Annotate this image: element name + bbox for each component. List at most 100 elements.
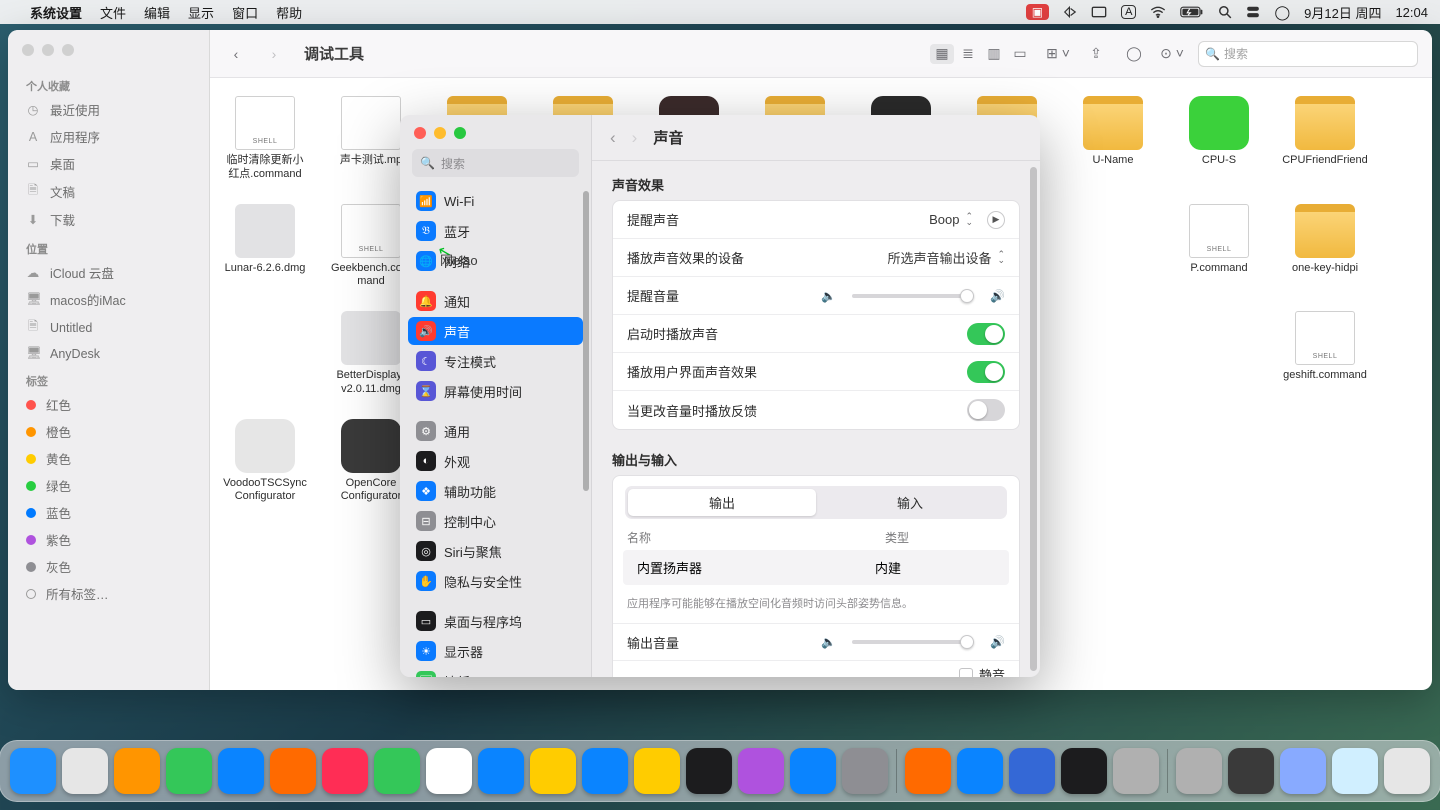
settings-sidebar-item[interactable]: ✋隐私与安全性 (408, 567, 583, 595)
settings-sidebar-item[interactable]: ◎Siri与聚焦 (408, 537, 583, 565)
back-button[interactable]: ‹ (610, 128, 616, 148)
settings-sidebar-item[interactable]: ❖辅助功能 (408, 477, 583, 505)
file-item[interactable]: P.command (1176, 204, 1262, 290)
effects-device-select[interactable]: 所选声音输出设备⌃⌄ (887, 248, 1005, 267)
file-item[interactable]: geshift.command (1282, 311, 1368, 397)
dock-app[interactable] (634, 748, 680, 794)
sidebar-item[interactable]: A应用程序 (8, 123, 209, 150)
dock-app[interactable] (686, 748, 732, 794)
dock-app[interactable] (114, 748, 160, 794)
settings-sidebar-item[interactable]: ⌛屏幕使用时间 (408, 377, 583, 405)
output-device-row[interactable]: 内置扬声器 内建 (623, 550, 1009, 585)
alert-sound-select[interactable]: Boop⌃⌄ (929, 212, 973, 227)
status-icon-2[interactable]: ◯ (1274, 4, 1290, 21)
zoom-button[interactable] (454, 127, 466, 139)
sidebar-item[interactable]: 黄色 (8, 445, 209, 472)
settings-sidebar-item[interactable]: 🔊声音 (408, 317, 583, 345)
sidebar-scrollbar[interactable] (583, 191, 589, 491)
action-menu[interactable]: ⊙ ˅ (1160, 44, 1184, 64)
dock-app[interactable] (1009, 748, 1055, 794)
dock-app[interactable] (10, 748, 56, 794)
file-item[interactable]: Lunar-6.2.6.dmg (222, 204, 308, 290)
wifi-icon[interactable] (1150, 6, 1166, 18)
screen-record-indicator[interactable]: ▣ (1026, 4, 1049, 20)
dock-app[interactable] (842, 748, 888, 794)
mute-checkbox[interactable] (959, 668, 973, 678)
sidebar-item[interactable]: 🖥macos的iMac (8, 286, 209, 313)
menubar-view[interactable]: 显示 (188, 3, 214, 22)
dock-app[interactable] (322, 748, 368, 794)
file-item[interactable]: VoodooTSCSync Configurator (222, 419, 308, 505)
dock-app[interactable] (1384, 748, 1430, 794)
dock-app[interactable] (1061, 748, 1107, 794)
dock-app[interactable] (582, 748, 628, 794)
ui-sound-toggle[interactable] (967, 361, 1005, 383)
settings-sidebar-item[interactable]: 🔔通知 (408, 287, 583, 315)
dock-app[interactable] (790, 748, 836, 794)
sidebar-item[interactable]: 灰色 (8, 553, 209, 580)
battery-icon[interactable] (1180, 6, 1204, 18)
minimize-button[interactable] (42, 44, 54, 56)
finder-search[interactable]: 🔍 搜索 (1198, 41, 1418, 67)
sidebar-item[interactable]: 蓝色 (8, 499, 209, 526)
dock-app[interactable] (1332, 748, 1378, 794)
dock-app[interactable] (218, 748, 264, 794)
menubar-app[interactable]: 系统设置 (30, 3, 82, 22)
forward-button[interactable]: › (262, 44, 286, 64)
volume-feedback-toggle[interactable] (967, 399, 1005, 421)
settings-sidebar-item[interactable]: ◐外观 (408, 447, 583, 475)
dock-app[interactable] (62, 748, 108, 794)
zoom-button[interactable] (62, 44, 74, 56)
menubar-edit[interactable]: 编辑 (144, 3, 170, 22)
share-button[interactable]: ⇪ (1084, 44, 1108, 64)
file-item[interactable]: CPUFriendFriend (1282, 96, 1368, 182)
settings-sidebar-item[interactable]: ⊟控制中心 (408, 507, 583, 535)
file-item[interactable]: U-Name (1070, 96, 1156, 182)
play-alert-button[interactable]: ▶ (987, 211, 1005, 229)
dock-app[interactable] (738, 748, 784, 794)
dock-app[interactable] (1113, 748, 1159, 794)
dock-app[interactable] (1280, 748, 1326, 794)
sidebar-item[interactable]: ◷最近使用 (8, 96, 209, 123)
dock-app[interactable] (426, 748, 472, 794)
sidebar-item[interactable]: 红色 (8, 391, 209, 418)
dock-app[interactable] (905, 748, 951, 794)
sidebar-item[interactable]: 绿色 (8, 472, 209, 499)
menubar-time[interactable]: 12:04 (1395, 5, 1428, 20)
file-item[interactable]: CPU-S (1176, 96, 1262, 182)
settings-sidebar-item[interactable]: ▭桌面与程序坞 (408, 607, 583, 635)
minimize-button[interactable] (434, 127, 446, 139)
dock-app[interactable] (374, 748, 420, 794)
output-volume-slider[interactable] (852, 640, 974, 644)
menubar-help[interactable]: 帮助 (276, 3, 302, 22)
alert-volume-slider[interactable] (852, 294, 974, 298)
sidebar-item[interactable]: 🗎Untitled (8, 313, 209, 342)
close-button[interactable] (414, 127, 426, 139)
control-center-icon[interactable] (1246, 5, 1260, 19)
forward-button[interactable]: › (632, 128, 638, 148)
status-icon-1[interactable] (1063, 5, 1077, 19)
dock-app[interactable] (957, 748, 1003, 794)
file-item[interactable]: one-key-hidpi (1282, 204, 1368, 290)
settings-sidebar-item[interactable]: 📶Wi-Fi (408, 187, 583, 215)
dock-app[interactable] (166, 748, 212, 794)
dock-app[interactable] (1176, 748, 1222, 794)
sidebar-item[interactable]: ⬇下载 (8, 206, 209, 233)
settings-sidebar-item[interactable]: 🖼墙纸 (408, 667, 583, 677)
spotlight-icon[interactable] (1218, 5, 1232, 19)
content-scrollbar[interactable] (1030, 167, 1037, 671)
view-icon-grid[interactable]: ▦ (930, 44, 954, 64)
sidebar-item[interactable]: 紫色 (8, 526, 209, 553)
menubar-window[interactable]: 窗口 (232, 3, 258, 22)
settings-sidebar-item[interactable]: ⚙通用 (408, 417, 583, 445)
sidebar-item[interactable]: 🗎文稿 (8, 177, 209, 206)
settings-search[interactable]: 🔍 搜索 (412, 149, 579, 177)
dock-app[interactable] (530, 748, 576, 794)
settings-sidebar-item[interactable]: 🌐网络 (408, 247, 583, 275)
dock-app[interactable] (1228, 748, 1274, 794)
sidebar-item[interactable]: 橙色 (8, 418, 209, 445)
view-icon-list[interactable]: ≣ (956, 44, 980, 64)
segment-output[interactable]: 输出 (628, 489, 816, 516)
menubar-file[interactable]: 文件 (100, 3, 126, 22)
group-menu[interactable]: ⊞ ˅ (1046, 44, 1070, 64)
